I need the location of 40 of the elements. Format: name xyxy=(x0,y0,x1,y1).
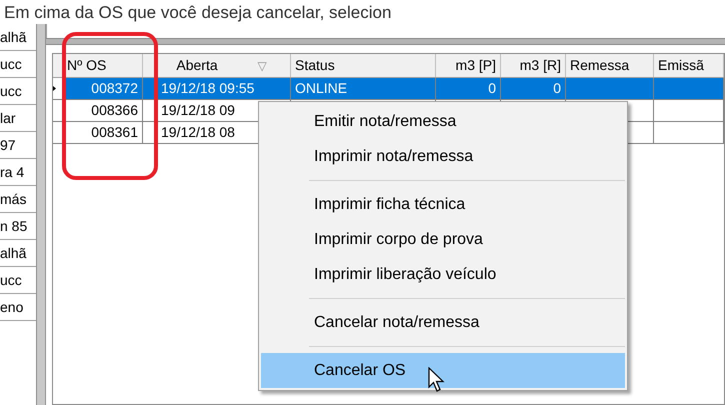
table-cell-text: 19/12/18 08 xyxy=(161,123,235,142)
list-item[interactable]: ucc xyxy=(0,270,22,290)
table-cell-text: 0 xyxy=(488,79,496,98)
menu-item[interactable]: Cancelar nota/remessa xyxy=(261,305,625,340)
column-header[interactable]: Nº OS xyxy=(63,54,143,77)
row-pointer-icon xyxy=(53,86,56,91)
list-item[interactable]: ucc xyxy=(0,54,22,74)
instruction-text: Em cima da OS que você deseja cancelar, selecion xyxy=(4,2,392,24)
table-cell-text: 19/12/18 09 xyxy=(161,101,235,120)
menu-item[interactable]: Emitir nota/remessa xyxy=(261,104,625,139)
sort-icon: ▽ xyxy=(258,56,267,74)
mouse-pointer-icon xyxy=(428,367,446,393)
column-header[interactable]: m3 [P] xyxy=(436,54,501,77)
menu-item[interactable]: Imprimir nota/remessa xyxy=(261,139,625,174)
list-item[interactable]: ucc xyxy=(0,80,22,102)
column-header[interactable]: Status xyxy=(291,54,436,77)
list-item[interactable]: eno xyxy=(0,296,24,318)
table-cell-text: 19/12/18 09:55 xyxy=(161,79,254,98)
splitter-bar[interactable] xyxy=(46,38,725,45)
list-item[interactable]: n 85 xyxy=(0,216,28,236)
table-cell-text: 0 xyxy=(553,79,561,98)
list-item[interactable]: 97 xyxy=(0,134,16,156)
menu-item[interactable]: Imprimir corpo de prova xyxy=(261,222,625,257)
menu-item[interactable]: Imprimir liberação veículo xyxy=(261,257,625,292)
table-cell-text: 008361 xyxy=(91,123,138,142)
list-item[interactable]: alhã xyxy=(0,242,26,264)
list-item[interactable]: alhã xyxy=(0,26,26,48)
list-item[interactable]: lar xyxy=(0,108,16,128)
column-header[interactable]: Remessa xyxy=(566,54,654,77)
list-item[interactable]: ra 4 xyxy=(0,162,24,182)
table-cell-text: 008372 xyxy=(91,79,138,98)
table-cell-text: 008366 xyxy=(91,101,138,120)
table-row[interactable]: 008372 19/12/18 09:55 ONLINE 0 0 xyxy=(53,78,724,100)
table-cell-text: ONLINE xyxy=(295,79,348,98)
splitter-bar[interactable] xyxy=(36,24,46,405)
menu-item[interactable]: Imprimir ficha técnica xyxy=(261,187,625,222)
column-header[interactable]: Emissã xyxy=(654,54,724,77)
list-item[interactable]: más xyxy=(0,188,26,210)
column-header[interactable]: Aberta ▽ xyxy=(143,54,291,77)
column-header[interactable]: m3 [R] xyxy=(501,54,566,77)
